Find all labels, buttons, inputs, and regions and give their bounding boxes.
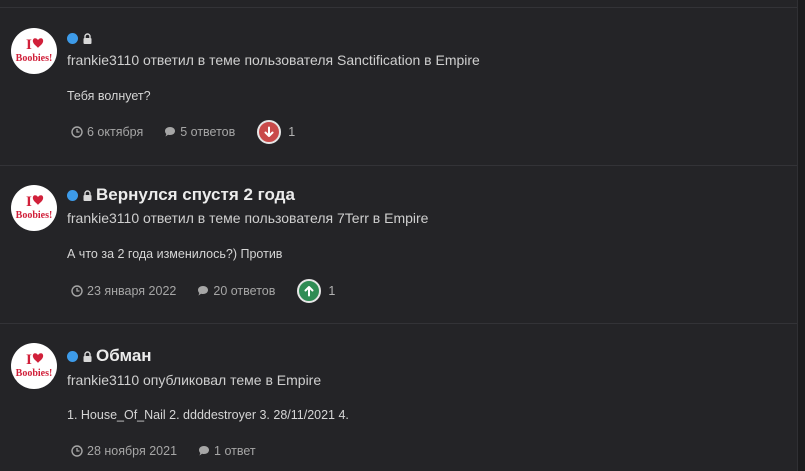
unread-indicator	[67, 189, 78, 201]
lock-icon	[83, 350, 92, 362]
reaction-count: 1	[288, 125, 296, 139]
reply-count-label: 1 ответ	[214, 444, 256, 458]
avatar-text-boobies: Boobies!	[16, 53, 53, 64]
unread-indicator	[67, 350, 78, 362]
clock-icon	[71, 285, 83, 297]
avatar-text-boobies: Boobies!	[16, 368, 53, 379]
avatar[interactable]: I Boobies!	[11, 185, 57, 231]
reaction[interactable]: 1	[257, 120, 295, 144]
post-date[interactable]: 6 октября	[71, 125, 143, 139]
activity-item: I Boobies! Обман frankie3110 опубликовал…	[0, 324, 797, 471]
meta-row: 23 января 2022 20 ответов 1	[71, 279, 335, 303]
topic-title[interactable]: Обман	[96, 346, 152, 366]
reply-count-label: 20 ответов	[213, 284, 276, 298]
reaction-count: 1	[328, 284, 336, 298]
activity-description[interactable]: frankie3110 ответил в теме пользователя …	[67, 52, 480, 68]
reply-count[interactable]: 20 ответов	[197, 284, 275, 298]
reaction[interactable]: 1	[297, 279, 335, 303]
activity-item: I Boobies! Вернулся спустя 2 года franki…	[0, 166, 797, 323]
meta-row: 6 октября 5 ответов 1	[71, 120, 295, 144]
topic-title[interactable]: Вернулся спустя 2 года	[96, 185, 295, 205]
avatar-text-i: I	[26, 352, 32, 368]
post-date-label: 28 ноября 2021	[87, 444, 178, 458]
comment-icon	[198, 286, 209, 296]
lock-icon	[83, 32, 92, 44]
upvote-icon[interactable]	[297, 279, 322, 303]
title-row	[67, 27, 96, 49]
avatar[interactable]: I Boobies!	[11, 343, 57, 389]
downvote-icon[interactable]	[257, 120, 282, 144]
comment-icon	[199, 446, 210, 456]
title-row: Вернулся спустя 2 года	[67, 184, 295, 206]
clock-icon	[71, 126, 83, 138]
activity-description[interactable]: frankie3110 ответил в теме пользователя …	[67, 210, 428, 226]
post-snippet: А что за 2 года изменилось?) Против	[67, 247, 283, 261]
comment-icon	[165, 127, 176, 137]
clock-icon	[71, 445, 83, 457]
reply-count-label: 5 ответов	[180, 125, 236, 139]
activity-item: I Boobies! frankie3110 ответил в теме по…	[0, 8, 797, 165]
avatar-text-boobies: Boobies!	[16, 210, 53, 221]
avatar-text-i: I	[26, 194, 32, 210]
reply-count[interactable]: 1 ответ	[198, 444, 256, 458]
post-snippet: 1. House_Of_Nail 2. ddddestroyer 3. 28/1…	[67, 408, 349, 422]
post-date-label: 6 октября	[87, 125, 144, 139]
post-date[interactable]: 23 января 2022	[71, 284, 176, 298]
lock-icon	[83, 189, 92, 201]
reply-count[interactable]: 5 ответов	[164, 125, 235, 139]
activity-feed: I Boobies! frankie3110 ответил в теме по…	[0, 0, 798, 471]
heart-icon	[32, 38, 44, 48]
post-snippet: Тебя волнует?	[67, 89, 151, 103]
heart-icon	[32, 195, 44, 205]
unread-indicator	[67, 32, 78, 44]
title-row: Обман	[67, 345, 152, 367]
avatar[interactable]: I Boobies!	[11, 28, 57, 74]
meta-row: 28 ноября 2021 1 ответ	[71, 440, 256, 462]
avatar-text-i: I	[26, 37, 32, 53]
activity-description[interactable]: frankie3110 опубликовал теме в Empire	[67, 372, 321, 388]
post-date-label: 23 января 2022	[87, 284, 177, 298]
post-date[interactable]: 28 ноября 2021	[71, 444, 177, 458]
heart-icon	[32, 353, 44, 363]
